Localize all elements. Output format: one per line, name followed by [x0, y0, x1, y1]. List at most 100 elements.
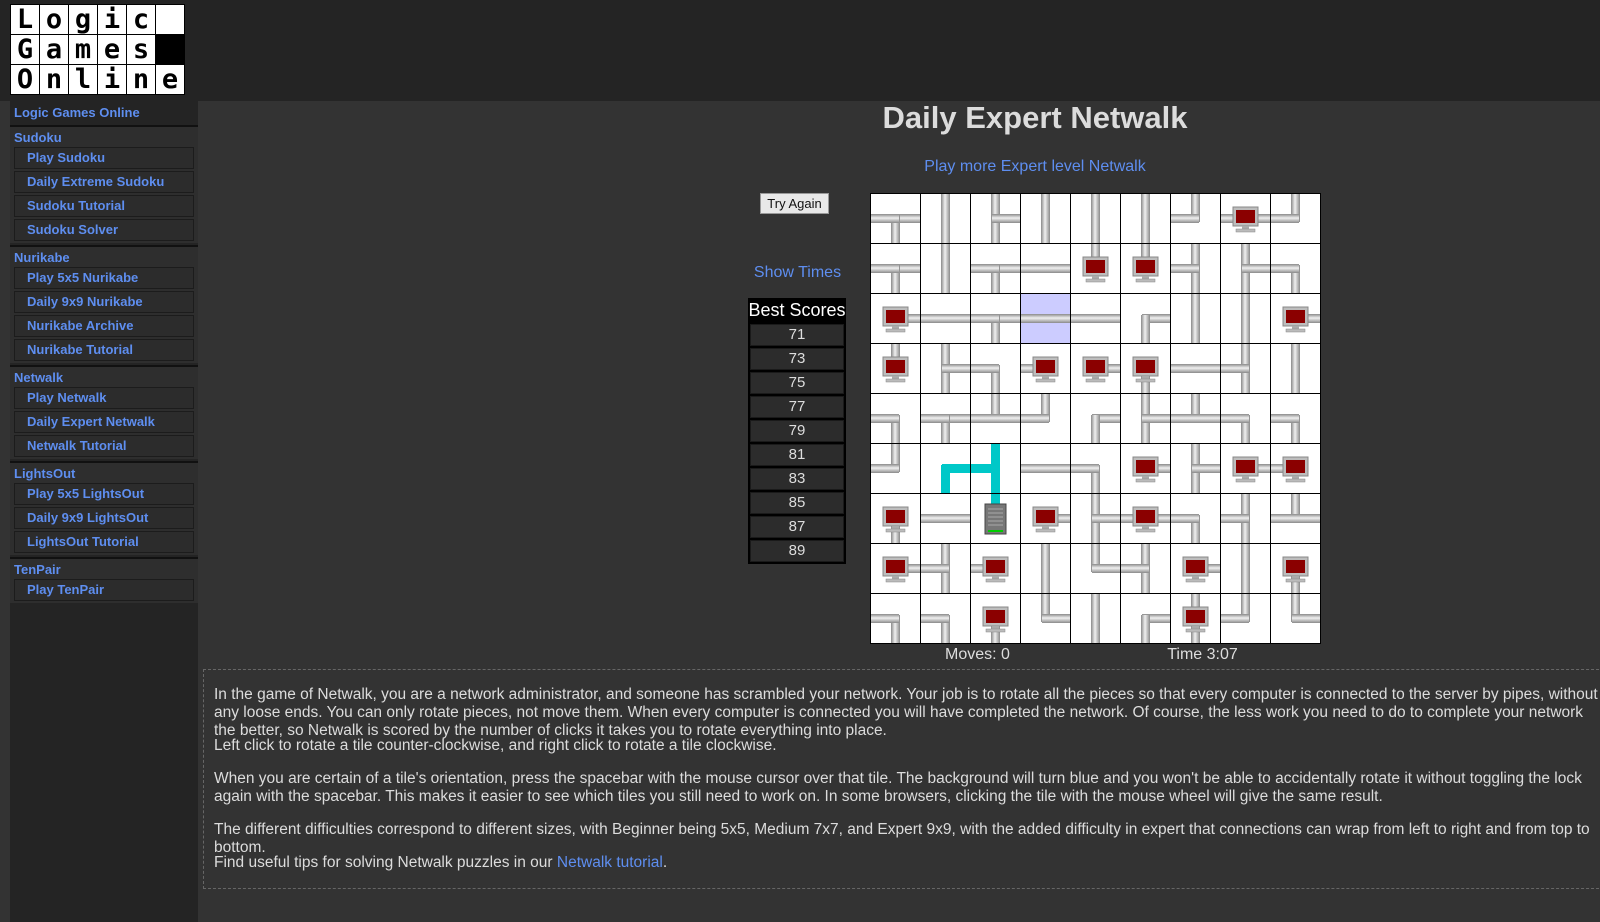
sidebar-item-play-tenpair[interactable]: Play TenPair [14, 579, 194, 601]
sidebar-section-tenpair[interactable]: TenPair [10, 559, 198, 577]
pipe-tile[interactable] [921, 444, 970, 493]
more-expert-netwalk-link[interactable]: Play more Expert level Netwalk [735, 158, 1335, 176]
sidebar-item-daily-9x9-nurikabe[interactable]: Daily 9x9 Nurikabe [14, 291, 194, 313]
sidebar-section-nurikabe[interactable]: Nurikabe [10, 247, 198, 265]
pipe-tile[interactable] [1071, 544, 1120, 593]
pipe-tile[interactable] [871, 444, 920, 493]
pipe-tile[interactable] [871, 244, 920, 293]
pipe-tile[interactable] [921, 244, 970, 293]
pipe-tile[interactable] [921, 294, 970, 343]
pipe-tile[interactable] [1071, 194, 1120, 243]
sidebar-item-play-sudoku[interactable]: Play Sudoku [14, 147, 194, 169]
computer-tile[interactable] [1271, 294, 1320, 343]
pipe-tile[interactable] [1271, 194, 1320, 243]
computer-tile[interactable] [1271, 444, 1320, 493]
sidebar-item-nurikabe-archive[interactable]: Nurikabe Archive [14, 315, 194, 337]
pipe-tile[interactable] [1021, 544, 1070, 593]
computer-tile[interactable] [1021, 494, 1070, 543]
computer-tile[interactable] [1071, 244, 1120, 293]
pipe-tile[interactable] [1121, 194, 1170, 243]
sidebar-home-link[interactable]: Logic Games Online [10, 101, 198, 123]
pipe-tile[interactable] [1021, 394, 1070, 443]
computer-tile[interactable] [1071, 344, 1120, 393]
pipe-tile[interactable] [1021, 444, 1070, 493]
sidebar-item-netwalk-tutorial[interactable]: Netwalk Tutorial [14, 435, 194, 457]
sidebar-item-daily-extreme-sudoku[interactable]: Daily Extreme Sudoku [14, 171, 194, 193]
pipe-tile[interactable] [1121, 294, 1170, 343]
try-again-button[interactable]: Try Again [760, 193, 829, 214]
pipe-tile[interactable] [1221, 344, 1270, 393]
pipe-tile[interactable] [1071, 494, 1120, 543]
computer-tile[interactable] [871, 344, 920, 393]
pipe-tile[interactable] [971, 294, 1020, 343]
pipe-tile[interactable] [1221, 394, 1270, 443]
pipe-tile[interactable] [1021, 294, 1070, 343]
pipe-tile[interactable] [971, 444, 1020, 493]
pipe-tile[interactable] [1171, 194, 1220, 243]
pipe-tile[interactable] [1071, 294, 1120, 343]
computer-tile[interactable] [1171, 544, 1220, 593]
pipe-tile[interactable] [971, 394, 1020, 443]
pipe-tile[interactable] [1221, 294, 1270, 343]
pipe-tile[interactable] [1271, 244, 1320, 293]
computer-tile[interactable] [1121, 244, 1170, 293]
sidebar-item-nurikabe-tutorial[interactable]: Nurikabe Tutorial [14, 339, 194, 361]
sidebar-item-play-netwalk[interactable]: Play Netwalk [14, 387, 194, 409]
computer-tile[interactable] [971, 544, 1020, 593]
pipe-tile[interactable] [971, 344, 1020, 393]
sidebar-section-lightsout[interactable]: LightsOut [10, 463, 198, 481]
show-times-link[interactable]: Show Times [740, 264, 855, 282]
computer-tile[interactable] [1121, 444, 1170, 493]
sidebar-item-sudoku-solver[interactable]: Sudoku Solver [14, 219, 194, 241]
pipe-tile[interactable] [1071, 394, 1120, 443]
pipe-tile[interactable] [921, 594, 970, 643]
pipe-tile[interactable] [1271, 344, 1320, 393]
pipe-tile[interactable] [1121, 394, 1170, 443]
computer-tile[interactable] [1121, 494, 1170, 543]
pipe-tile[interactable] [1171, 494, 1220, 543]
pipe-tile[interactable] [1171, 394, 1220, 443]
pipe-tile[interactable] [921, 394, 970, 443]
sidebar-item-play-5x5-nurikabe[interactable]: Play 5x5 Nurikabe [14, 267, 194, 289]
computer-tile[interactable] [971, 594, 1020, 643]
pipe-tile[interactable] [1171, 244, 1220, 293]
pipe-tile[interactable] [1021, 244, 1070, 293]
computer-tile[interactable] [871, 544, 920, 593]
pipe-tile[interactable] [1171, 444, 1220, 493]
pipe-tile[interactable] [921, 344, 970, 393]
pipe-tile[interactable] [1021, 594, 1070, 643]
sidebar-item-daily-9x9-lightsout[interactable]: Daily 9x9 LightsOut [14, 507, 194, 529]
pipe-tile[interactable] [1121, 594, 1170, 643]
pipe-tile[interactable] [971, 244, 1020, 293]
pipe-tile[interactable] [1021, 194, 1070, 243]
pipe-tile[interactable] [921, 494, 970, 543]
pipe-tile[interactable] [1071, 444, 1120, 493]
pipe-tile[interactable] [1121, 544, 1170, 593]
sidebar-section-sudoku[interactable]: Sudoku [10, 127, 198, 145]
pipe-tile[interactable] [1221, 544, 1270, 593]
computer-tile[interactable] [1221, 194, 1270, 243]
pipe-tile[interactable] [871, 594, 920, 643]
server-tile[interactable] [971, 494, 1020, 543]
pipe-tile[interactable] [1171, 294, 1220, 343]
pipe-tile[interactable] [971, 194, 1020, 243]
sidebar-section-netwalk[interactable]: Netwalk [10, 367, 198, 385]
netwalk-tutorial-link[interactable]: Netwalk tutorial [557, 854, 663, 871]
sidebar-item-play-5x5-lightsout[interactable]: Play 5x5 LightsOut [14, 483, 194, 505]
pipe-tile[interactable] [921, 544, 970, 593]
sidebar-item-sudoku-tutorial[interactable]: Sudoku Tutorial [14, 195, 194, 217]
pipe-tile[interactable] [1271, 594, 1320, 643]
pipe-tile[interactable] [1221, 594, 1270, 643]
pipe-tile[interactable] [1271, 494, 1320, 543]
site-logo[interactable]: LogicGamesOnline [10, 4, 185, 95]
computer-tile[interactable] [1271, 544, 1320, 593]
computer-tile[interactable] [1171, 594, 1220, 643]
pipe-tile[interactable] [1171, 344, 1220, 393]
computer-tile[interactable] [1221, 444, 1270, 493]
pipe-tile[interactable] [921, 194, 970, 243]
sidebar-item-daily-expert-netwalk[interactable]: Daily Expert Netwalk [14, 411, 194, 433]
pipe-tile[interactable] [1221, 494, 1270, 543]
pipe-tile[interactable] [871, 394, 920, 443]
sidebar-item-lightsout-tutorial[interactable]: LightsOut Tutorial [14, 531, 194, 553]
pipe-tile[interactable] [871, 194, 920, 243]
